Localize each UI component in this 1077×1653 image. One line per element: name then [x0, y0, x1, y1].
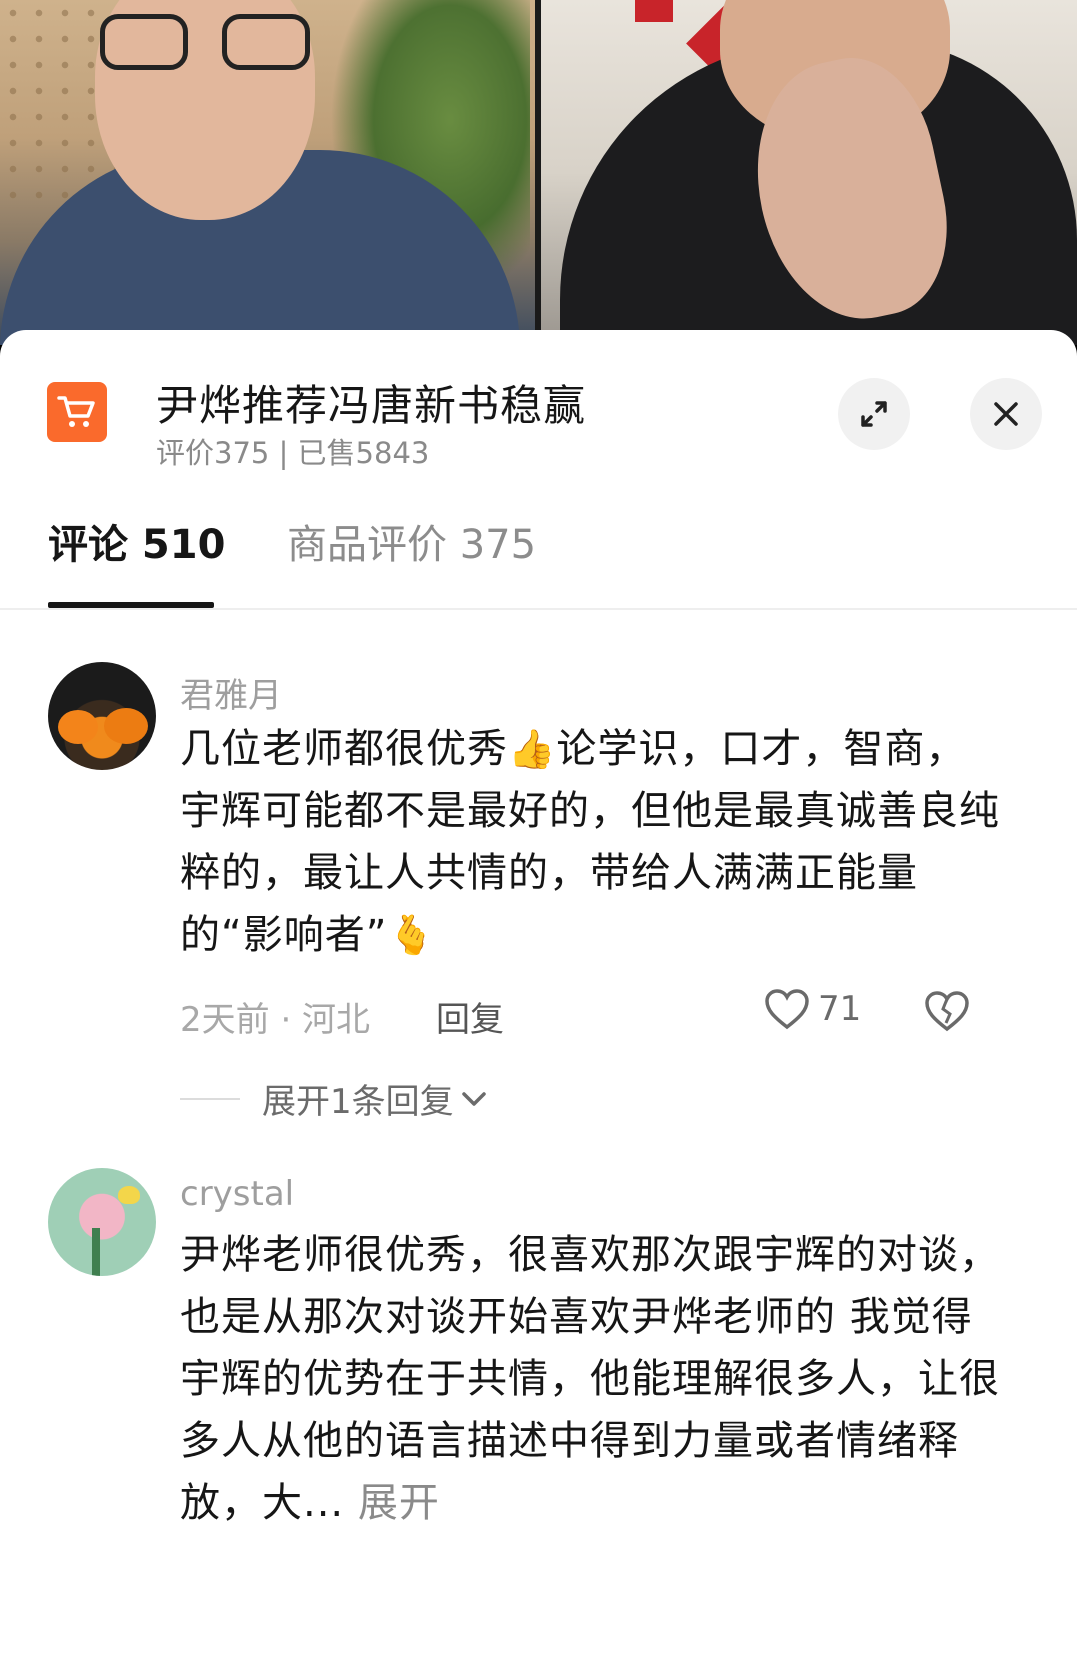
heart-icon [765, 989, 809, 1030]
like-button[interactable]: 71 [764, 988, 861, 1030]
thumbs-up-icon: 👍 [508, 727, 557, 771]
tab-comments[interactable]: 评论 510 [48, 512, 225, 570]
close-icon [994, 402, 1018, 426]
expand-text-button[interactable]: 展开 [358, 1480, 440, 1526]
product-stats: 评价375 | 已售5843 [156, 436, 430, 470]
active-tab-indicator [48, 602, 214, 608]
divider-line [180, 1097, 240, 1100]
live-video-area[interactable] [0, 0, 1077, 345]
expand-icon [861, 401, 887, 427]
close-button[interactable] [970, 378, 1042, 450]
expand-replies-label: 展开1条回复 [262, 1082, 454, 1122]
comment-text: 几位老师都很优秀👍论学识，口才，智商，宇辉可能都不是最好的，但他是最真诚善良纯粹… [180, 718, 1000, 966]
comment-meta: 2天前 · 河北 [180, 1000, 371, 1040]
video-left-panel [0, 0, 535, 345]
red-decoration [635, 0, 673, 22]
finger-heart-icon: 🫰 [387, 913, 436, 957]
shopping-cart-icon [47, 382, 107, 442]
dislike-button[interactable] [924, 990, 970, 1036]
expand-button[interactable] [838, 378, 910, 450]
comment-username[interactable]: 君雅月 [180, 668, 282, 717]
comment-text: 尹烨老师很优秀，很喜欢那次跟宇辉的对谈，也是从那次对谈开始喜欢尹烨老师的 我觉得… [180, 1232, 1000, 1526]
avatar[interactable] [48, 1168, 156, 1276]
expand-replies-button[interactable]: 展开1条回复 [180, 1074, 488, 1123]
chevron-down-icon [461, 1091, 486, 1106]
reply-button[interactable]: 回复 [436, 992, 504, 1041]
tab-bar: 评论 510 商品评价 375 [0, 500, 1077, 610]
glasses-icon [100, 14, 310, 74]
tab-product-reviews[interactable]: 商品评价 375 [287, 512, 536, 570]
avatar[interactable] [48, 662, 156, 770]
product-title: 尹烨推荐冯唐新书稳赢 [156, 381, 587, 430]
product-header[interactable]: 尹烨推荐冯唐新书稳赢 评价375 | 已售5843 [0, 330, 1077, 470]
comments-sheet: 尹烨推荐冯唐新书稳赢 评价375 | 已售5843 评论 510 商品评价 37… [0, 330, 1077, 1653]
comment-username[interactable]: crystal [180, 1174, 294, 1214]
broken-heart-icon [925, 991, 969, 1032]
like-count: 71 [818, 989, 862, 1029]
scrolled-previous-row [170, 612, 1030, 624]
